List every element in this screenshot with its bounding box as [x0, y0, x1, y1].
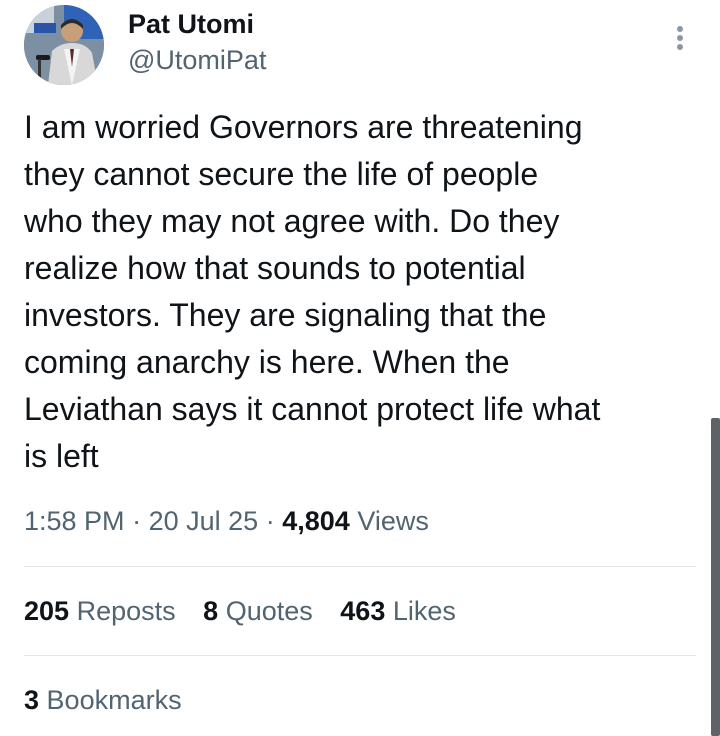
quotes-count: 8: [203, 596, 219, 626]
tweet-text: I am worried Governors are threatening t…: [24, 109, 601, 474]
quotes-label: Quotes: [225, 596, 313, 626]
divider: [24, 566, 696, 567]
tweet-date[interactable]: 20 Jul 25: [149, 506, 259, 536]
meta-separator: ·: [265, 506, 275, 536]
likes-count: 463: [340, 596, 386, 626]
meta-separator: ·: [132, 506, 142, 536]
more-vertical-icon: [677, 26, 683, 32]
more-vertical-icon: [677, 44, 683, 50]
tweet-detail: Pat Utomi @UtomiPat I am worried Governo…: [0, 0, 720, 736]
more-options-button[interactable]: [665, 18, 695, 58]
views-label: Views: [357, 506, 429, 536]
user-handle[interactable]: @UtomiPat: [128, 44, 266, 76]
bookmarks-label: Bookmarks: [46, 685, 182, 715]
divider: [24, 655, 696, 656]
quotes-link[interactable]: 8 Quotes: [203, 592, 313, 630]
likes-label: Likes: [392, 596, 456, 626]
tweet-meta: 1:58 PM · 20 Jul 25 · 4,804 Views: [24, 503, 429, 539]
engagement-stats: 205 Reposts 8 Quotes 463 Likes: [24, 592, 456, 630]
avatar-photo: [24, 5, 104, 85]
bookmarks-link[interactable]: 3 Bookmarks: [24, 681, 182, 719]
display-name[interactable]: Pat Utomi: [128, 8, 254, 40]
reposts-link[interactable]: 205 Reposts: [24, 592, 176, 630]
views-count: 4,804: [282, 506, 350, 536]
reposts-label: Reposts: [76, 596, 176, 626]
reposts-count: 205: [24, 596, 70, 626]
tweet-time[interactable]: 1:58 PM: [24, 506, 125, 536]
bookmarks-count: 3: [24, 685, 40, 715]
likes-link[interactable]: 463 Likes: [340, 592, 456, 630]
scrollbar[interactable]: [711, 418, 720, 736]
more-vertical-icon: [677, 35, 683, 41]
avatar[interactable]: [24, 5, 104, 85]
